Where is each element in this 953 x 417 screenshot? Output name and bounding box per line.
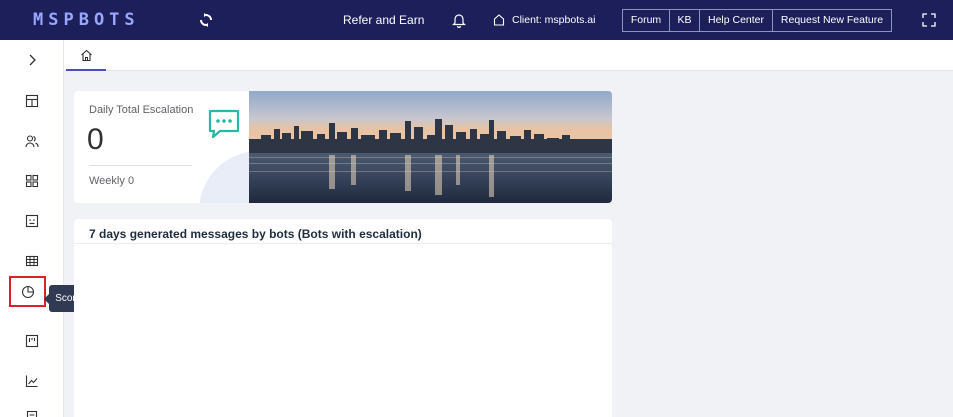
home-icon	[80, 49, 92, 62]
sidebar-item-trends[interactable]	[0, 361, 64, 401]
sidebar-item-apps[interactable]	[0, 161, 64, 201]
bot-icon	[25, 214, 39, 228]
help-center-button[interactable]: Help Center	[700, 10, 773, 31]
fullscreen-icon[interactable]	[922, 13, 936, 27]
sidebar-expand-toggle[interactable]	[0, 40, 64, 80]
weekly-label: Weekly	[89, 175, 125, 187]
mspbots-logo[interactable]: MSPBOTS	[33, 10, 140, 30]
users-icon	[25, 135, 39, 148]
daily-escalation-card: Daily Total Escalation 0 Weekly 0	[74, 91, 249, 203]
request-new-feature-button[interactable]: Request New Feature	[773, 10, 891, 31]
home-tab[interactable]	[66, 40, 106, 71]
kb-button[interactable]: KB	[670, 10, 700, 31]
sidebar-item-tables[interactable]	[0, 241, 64, 281]
sidebar-item-reports[interactable]	[0, 397, 64, 417]
forum-button[interactable]: Forum	[623, 10, 670, 31]
scorecards-pie-icon	[21, 285, 34, 298]
card-divider	[89, 165, 192, 166]
city-skyline-banner	[249, 91, 612, 203]
sidebar-item-dashboard[interactable]	[0, 81, 64, 121]
top-button-group: Forum KB Help Center Request New Feature	[622, 9, 892, 32]
weekly-escalation: Weekly 0	[89, 175, 134, 187]
kanban-icon	[25, 334, 39, 348]
sidebar-item-bots[interactable]	[0, 201, 64, 241]
table-icon	[25, 255, 39, 267]
breadcrumb	[64, 40, 953, 71]
sidebar	[0, 40, 64, 417]
dashboard-icon	[25, 94, 39, 108]
chevron-right-icon	[29, 54, 36, 66]
report-icon	[26, 410, 38, 417]
chat-bubble-icon	[208, 109, 240, 139]
card-decoration	[199, 151, 249, 203]
weekly-value: 0	[127, 175, 135, 187]
daily-escalation-value: 0	[87, 123, 104, 156]
escalation-title: Daily Total Escalation	[89, 104, 194, 116]
client-label: Client: mspbots.ai	[512, 14, 596, 26]
refer-and-earn-link[interactable]: Refer and Earn	[343, 0, 424, 40]
sync-icon[interactable]	[199, 13, 213, 27]
client-selector[interactable]: Client: mspbots.ai	[493, 0, 595, 40]
line-chart-icon	[25, 375, 38, 388]
top-navigation-bar: MSPBOTS Refer and Earn Client: mspbots.a…	[0, 0, 953, 40]
notification-bell-icon[interactable]	[452, 13, 466, 28]
sidebar-item-kanban[interactable]	[0, 321, 64, 361]
apps-grid-icon	[25, 174, 39, 188]
sidebar-item-scorecards[interactable]	[9, 276, 46, 307]
messages-chart-panel: 7 days generated messages by bots (Bots …	[74, 219, 612, 417]
home-outline-icon	[493, 14, 505, 26]
messages-panel-title: 7 days generated messages by bots (Bots …	[89, 227, 422, 241]
sidebar-item-users[interactable]	[0, 121, 64, 161]
panel-divider	[74, 243, 612, 244]
